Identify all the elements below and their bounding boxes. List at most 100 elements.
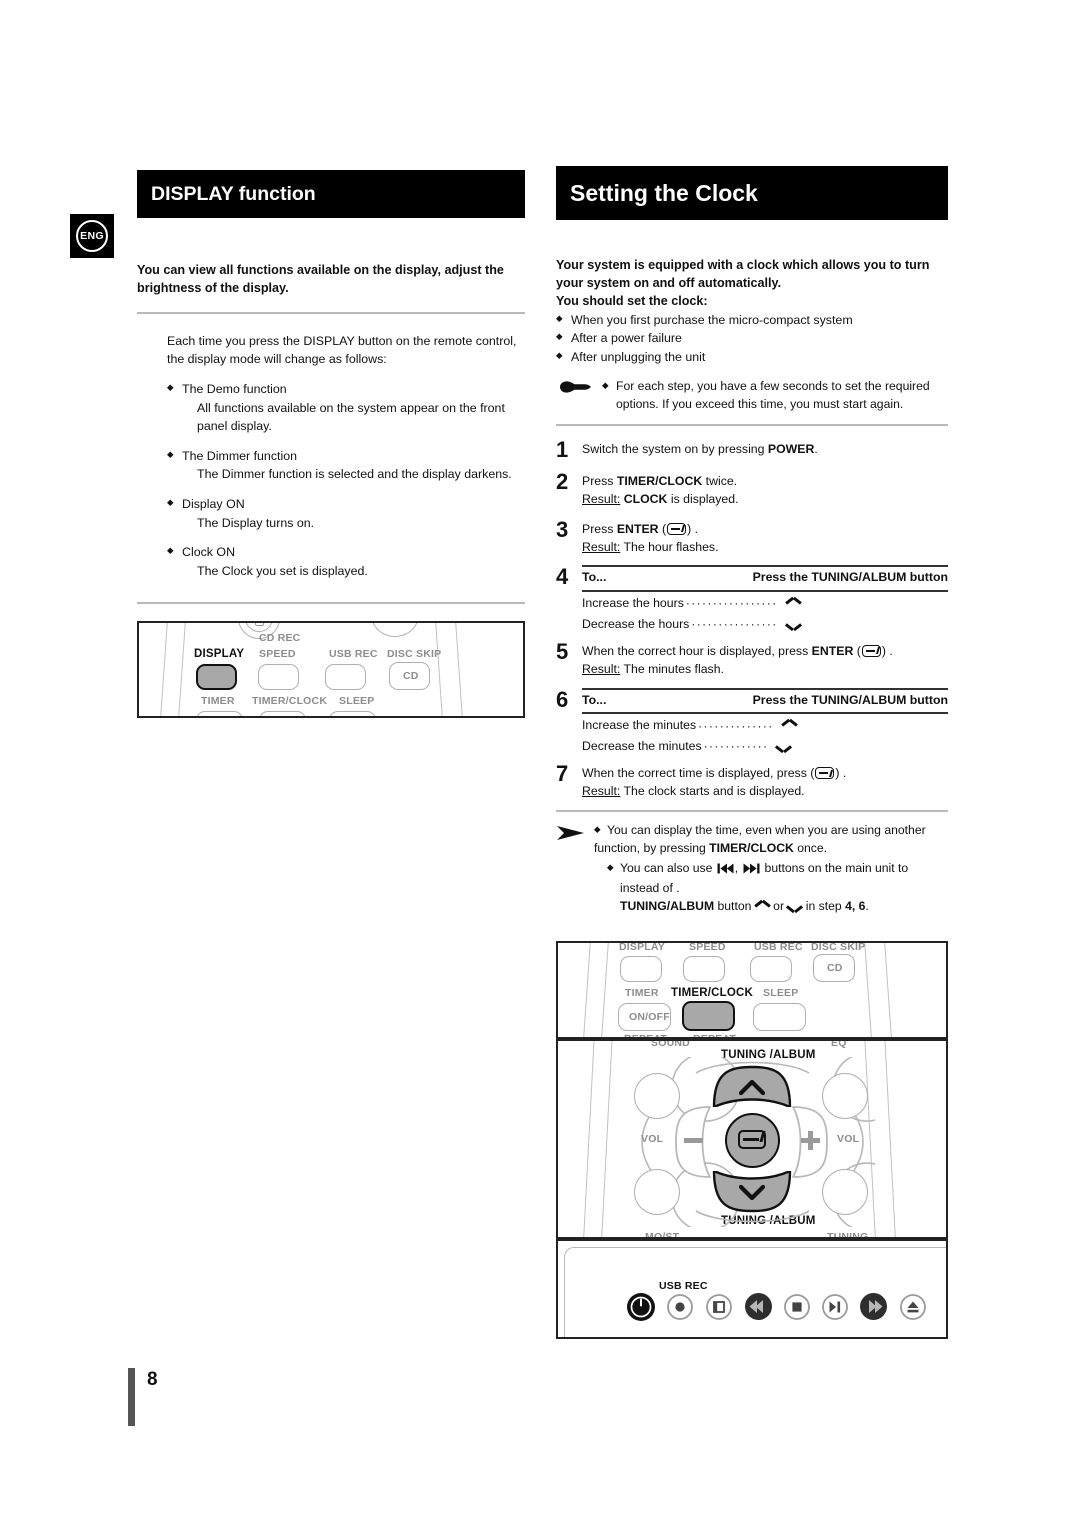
disc-skip-label: DISC SKIP xyxy=(387,648,442,661)
note-bullet-2-cont-end: . xyxy=(865,899,869,914)
setting-clock-intro-2: You should set the clock: xyxy=(556,293,708,308)
display-button[interactable] xyxy=(196,664,237,691)
table-row: Decrease the minutes ············ xyxy=(582,735,948,756)
display-mode-list: ◆ The Demo function All functions availa… xyxy=(167,380,525,580)
step-7-result-text: The clock starts and is displayed. xyxy=(620,783,805,798)
timer-clock-label: TIMER/CLOCK xyxy=(671,987,754,1000)
timer-clock-button[interactable] xyxy=(682,1001,735,1032)
speed-label: SPEED xyxy=(259,648,296,661)
remote-navpad-diagram: SOUND EQ TUNING /ALBUM TUNING /ALBUM VOL… xyxy=(556,1039,948,1240)
tuning-album-up-icon xyxy=(782,717,797,735)
tuning-album-up-button[interactable] xyxy=(708,1065,796,1108)
sleep-button[interactable] xyxy=(753,1003,806,1032)
step-2-result-b: is displayed. xyxy=(667,491,739,506)
bottom-note: ◆ You can display the time, even when yo… xyxy=(556,822,948,916)
usb-rec-label: USB REC xyxy=(659,1280,708,1293)
speed-button[interactable] xyxy=(258,664,299,691)
condition-0: When you first purchase the micro-compac… xyxy=(571,312,853,327)
display-mode-title-3: Clock ON xyxy=(182,545,236,560)
remote-seam xyxy=(599,1041,614,1238)
step-1-text: Switch the system on by pressing POWER. xyxy=(582,438,948,459)
prev-track-icon xyxy=(717,862,734,880)
step-3-result-label: Result: xyxy=(582,539,621,554)
step-5-result: Result: The minutes flash. xyxy=(582,661,948,679)
record-icon[interactable] xyxy=(667,1294,693,1321)
step-3-text-b: . xyxy=(691,521,699,536)
usb-rec-button[interactable] xyxy=(750,956,792,983)
hand-note-text: For each step, you have a few seconds to… xyxy=(616,379,930,412)
step-2-text-a: Press xyxy=(582,474,617,489)
row-dots: ················· xyxy=(685,596,778,611)
volume-knob[interactable] xyxy=(371,623,419,638)
power-icon xyxy=(255,623,264,627)
remote-seam xyxy=(581,1041,596,1238)
play-pause-icon[interactable] xyxy=(822,1294,848,1321)
step-2-result-bold: CLOCK xyxy=(623,491,668,506)
function-icon[interactable] xyxy=(706,1294,732,1321)
remote-display-diagram: DISPLAY CD REC SPEED USB REC DISC SKIP C… xyxy=(137,621,525,719)
step-5: 5 When the correct hour is displayed, pr… xyxy=(556,640,948,679)
next-icon[interactable] xyxy=(859,1292,888,1321)
timer-button[interactable] xyxy=(196,711,243,717)
stop-icon[interactable] xyxy=(784,1294,810,1321)
enter-icon xyxy=(815,767,835,780)
table-row: Increase the hours ················· xyxy=(582,592,948,613)
step-5-bold: ENTER xyxy=(811,643,854,658)
diamond-bullet-icon: ◆ xyxy=(167,497,174,508)
tuning-album-down-icon xyxy=(786,616,801,634)
vol-right-label: VOL xyxy=(837,1133,860,1146)
disc-skip-label: DISC SKIP xyxy=(811,941,866,954)
table-row: Decrease the hours ················ xyxy=(582,613,948,634)
step-4: 4 To... Press the TUNING/ALBUM button In… xyxy=(556,565,948,633)
list-item: ◆ The Demo function All functions availa… xyxy=(167,380,525,436)
step-6-table-wrap: To... Press the TUNING/ALBUM button Incr… xyxy=(582,687,948,756)
note-timer-clock-bold: TIMER/CLOCK xyxy=(709,841,794,856)
hand-note-text-wrap: ◆ For each step, you have a few seconds … xyxy=(602,378,948,414)
display-button[interactable] xyxy=(620,956,662,983)
step-2-text-b: twice. xyxy=(702,474,738,489)
step-5-result-text: The minutes flash. xyxy=(620,661,724,676)
step-7-result-label: Result: xyxy=(582,783,621,798)
remote-seam xyxy=(863,943,874,1038)
enter-icon-bar xyxy=(743,1138,759,1141)
note-bullet-2: ◆ You can also use , buttons on the main… xyxy=(607,861,909,895)
step-5-text-a: When the correct hour is displayed, pres… xyxy=(582,643,812,658)
language-badge: ENG xyxy=(70,214,114,258)
prev-icon[interactable] xyxy=(744,1292,773,1321)
diamond-bullet-icon: ◆ xyxy=(556,312,563,323)
step-2-number: 2 xyxy=(556,469,569,495)
tuning-album-up-icon xyxy=(755,902,770,911)
remote-seam xyxy=(434,623,445,717)
display-label: DISPLAY xyxy=(619,941,665,954)
display-button-label: DISPLAY xyxy=(194,648,245,661)
timer-clock-label: TIMER/CLOCK xyxy=(252,695,328,708)
eject-icon[interactable] xyxy=(900,1294,926,1321)
step-2-text: Press TIMER/CLOCK twice. Result: CLOCK i… xyxy=(582,470,948,509)
tuning-album-down-button[interactable] xyxy=(708,1171,796,1213)
tuning-album-table-minutes: To... Press the TUNING/ALBUM button Incr… xyxy=(582,687,948,756)
usb-rec-button[interactable] xyxy=(325,664,366,691)
tuning-album-up-icon xyxy=(786,595,801,613)
timer-clock-button[interactable] xyxy=(259,711,306,717)
step-3-bold: ENTER xyxy=(616,521,659,536)
step-5-text-b: . xyxy=(885,643,893,658)
display-mode-title-1: The Dimmer function xyxy=(182,448,297,463)
step-2-result: Result: CLOCK is displayed. xyxy=(582,491,948,509)
power-icon[interactable] xyxy=(626,1292,656,1322)
divider-right-bottom xyxy=(556,809,948,812)
table-col-1-header: To... xyxy=(582,570,607,585)
step-3-text-a: Press xyxy=(582,521,617,536)
diamond-bullet-icon: ◆ xyxy=(167,545,174,556)
step-7-text: When the correct time is displayed, pres… xyxy=(582,762,948,801)
enter-icon xyxy=(667,522,687,535)
table-col-1-header: To... xyxy=(582,692,607,707)
speed-button[interactable] xyxy=(683,956,725,983)
list-item: ◆ When you first purchase the micro-comp… xyxy=(556,311,948,330)
list-item: ◆ After unplugging the unit xyxy=(556,348,948,367)
set-clock-conditions-list: ◆ When you first purchase the micro-comp… xyxy=(556,311,948,367)
vol-left-label: VOL xyxy=(641,1133,664,1146)
sleep-button[interactable] xyxy=(329,711,376,717)
step-3: 3 Press ENTER () . Result: The hour flas… xyxy=(556,518,948,557)
minus-icon xyxy=(684,1138,703,1143)
row-label-increase-hours: Increase the hours xyxy=(582,596,684,611)
